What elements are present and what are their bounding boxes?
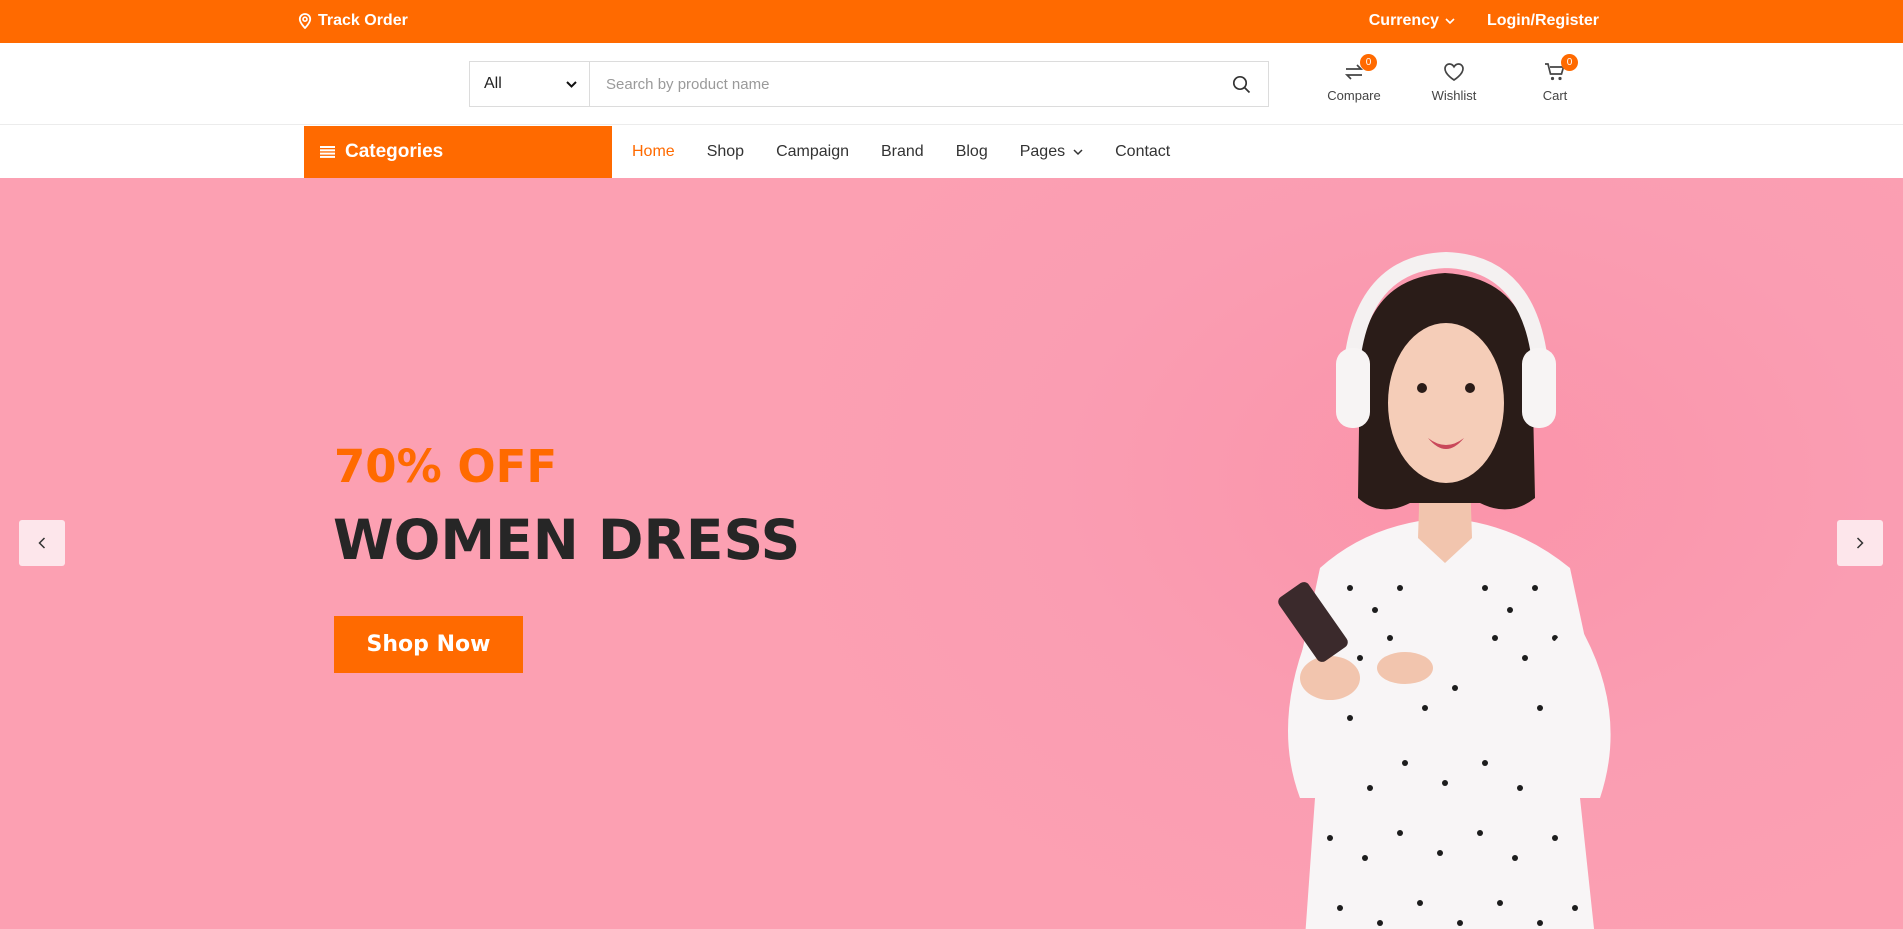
chevron-down-icon [1445,17,1455,24]
menu-icon [320,146,335,158]
search-button[interactable] [1214,62,1268,106]
nav-item-shop[interactable]: Shop [707,143,744,161]
hero-slider: 70% OFF WOMEN DRESS Shop Now [0,178,1903,929]
cart-button[interactable]: 0 Cart [1515,54,1595,103]
nav-item-home[interactable]: Home [632,143,675,161]
nav-item-pages[interactable]: Pages [1020,143,1083,161]
shop-now-button[interactable]: Shop Now [334,616,523,673]
nav-item-brand[interactable]: Brand [881,143,924,161]
heart-icon [1444,63,1464,81]
search-bar: All Search by product name [469,61,1269,107]
hero-discount: 70% OFF [334,440,558,493]
category-select-value: All [484,75,502,92]
track-order-label: Track Order [318,12,408,29]
categories-button[interactable]: Categories [304,126,612,178]
chevron-down-icon [1073,148,1083,155]
cart-count-badge: 0 [1561,54,1578,71]
compare-label: Compare [1327,88,1381,103]
login-register-link[interactable]: Login/Register [1487,12,1599,30]
nav-menu: Home Shop Campaign Brand Blog Pages Cont… [632,126,1170,178]
nav-item-blog[interactable]: Blog [956,143,988,161]
search-placeholder: Search by product name [606,75,770,93]
currency-dropdown[interactable]: Currency [1369,12,1455,30]
wishlist-button[interactable]: Wishlist [1414,60,1494,103]
hero-title: WOMEN DRESS [333,508,801,572]
track-order-link[interactable]: Track Order [298,12,408,30]
categories-label: Categories [345,141,444,162]
slider-next-button[interactable] [1837,520,1883,566]
compare-button[interactable]: 0 Compare [1314,54,1394,103]
nav-item-pages-label: Pages [1019,143,1066,160]
chevron-left-icon [38,537,46,549]
hero-model-image [1278,251,1611,929]
compare-count-badge: 0 [1360,54,1377,71]
search-input[interactable]: Search by product name [590,62,1214,106]
header: All Search by product name 0 Compare Wis… [0,43,1903,125]
location-pin-icon [298,13,312,29]
wishlist-label: Wishlist [1431,88,1477,103]
chevron-right-icon [1856,537,1864,549]
top-bar: Track Order Currency Login/Register [0,0,1903,43]
slider-prev-button[interactable] [19,520,65,566]
search-icon [1232,75,1250,93]
currency-label: Currency [1368,12,1439,29]
nav-item-campaign[interactable]: Campaign [776,143,849,161]
main-nav: Categories Home Shop Campaign Brand Blog… [0,126,1903,178]
cart-label: Cart [1542,88,1568,103]
chevron-down-icon [566,80,577,88]
nav-item-contact[interactable]: Contact [1115,143,1170,161]
category-select[interactable]: All [470,62,590,106]
